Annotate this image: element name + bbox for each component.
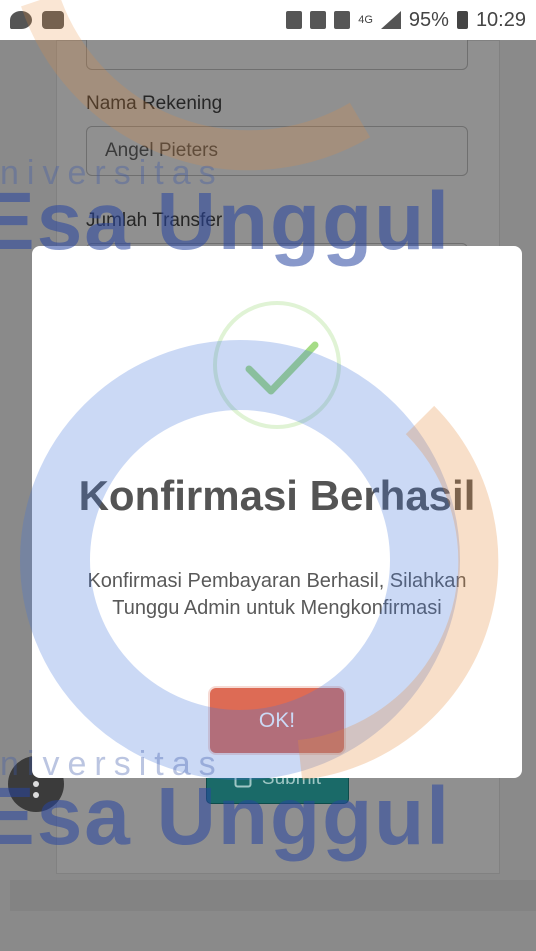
success-check-icon (213, 301, 341, 429)
vibrate-icon (286, 11, 303, 29)
dot-icon (33, 781, 39, 787)
bottom-bar (10, 880, 536, 911)
ok-button[interactable]: OK! (210, 688, 344, 753)
battery-icon (456, 11, 468, 29)
status-bar: 4G 95% 10:29 (0, 0, 536, 40)
account-name-input[interactable]: Angel Pieters (86, 126, 468, 176)
account-name-label: Nama Rekening (86, 93, 223, 114)
success-dialog: Konfirmasi Berhasil Konfirmasi Pembayara… (32, 246, 522, 778)
network-type: 4G (358, 14, 373, 26)
line-app-icon (10, 11, 32, 29)
battery-percent: 95% (408, 8, 449, 31)
signal-icon (334, 11, 351, 29)
sim-icon (310, 11, 327, 29)
cellular-signal-icon (380, 11, 401, 29)
dot-icon (33, 792, 39, 798)
transfer-amount-label: Jumlah Transfer (86, 210, 223, 231)
dialog-title: Konfirmasi Berhasil (78, 472, 476, 519)
clock: 10:29 (475, 8, 526, 31)
dialog-message: Konfirmasi Pembayaran Berhasil, Silahkan… (87, 570, 467, 619)
gallery-icon (42, 11, 64, 29)
check-icon (245, 341, 319, 395)
